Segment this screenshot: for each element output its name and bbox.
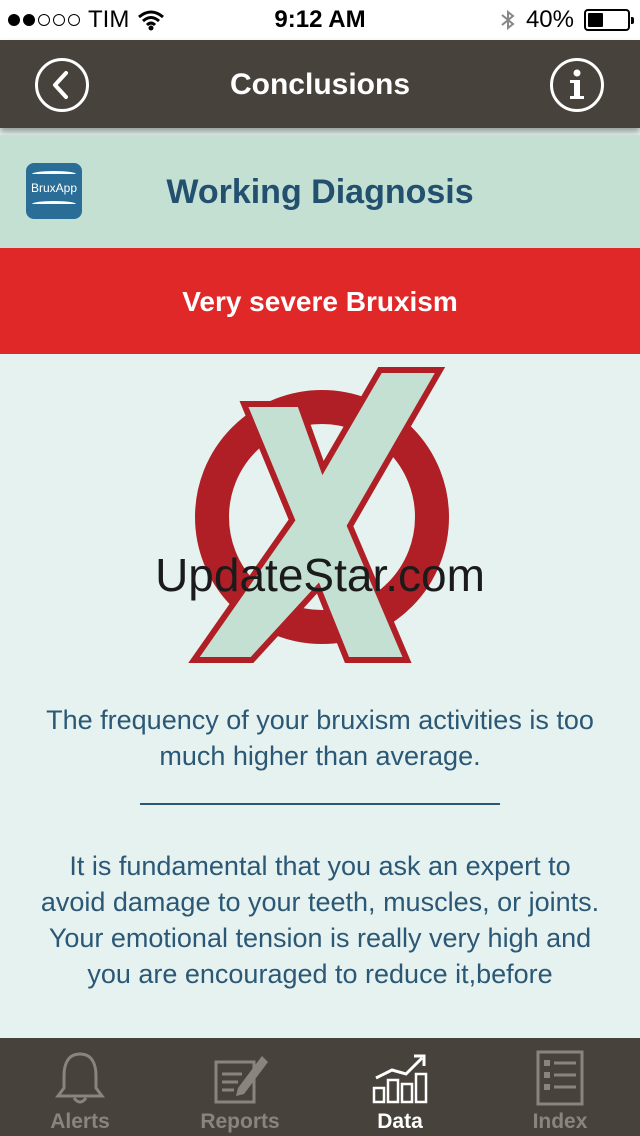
tab-alerts[interactable]: Alerts bbox=[0, 1038, 160, 1136]
severity-banner: Very severe Bruxism bbox=[0, 248, 640, 354]
tab-label: Alerts bbox=[50, 1110, 110, 1133]
bell-icon bbox=[55, 1052, 105, 1104]
status-bar: TIM 9:12 AM 40% bbox=[0, 0, 640, 40]
frequency-message: The frequency of your bruxism activities… bbox=[46, 705, 594, 771]
tab-bar: Alerts Reports Data Index bbox=[0, 1038, 640, 1136]
battery-percent: 40% bbox=[525, 6, 574, 33]
diagnosis-title: Working Diagnosis bbox=[166, 173, 474, 211]
battery-icon bbox=[584, 9, 634, 31]
advice-message: It is fundamental that you ask an expert… bbox=[40, 851, 600, 989]
no-x-icon bbox=[188, 367, 449, 663]
navigation-bar: Conclusions bbox=[0, 40, 640, 128]
info-icon bbox=[570, 69, 584, 99]
bar-chart-icon bbox=[372, 1054, 428, 1104]
diagnosis-header: BruxApp Working Diagnosis bbox=[0, 135, 640, 248]
tab-reports[interactable]: Reports bbox=[160, 1038, 320, 1136]
edit-report-icon bbox=[214, 1056, 268, 1104]
tab-index[interactable]: Index bbox=[480, 1038, 640, 1136]
severity-label: Very severe Bruxism bbox=[182, 286, 458, 317]
list-icon bbox=[536, 1050, 584, 1106]
info-button[interactable] bbox=[550, 58, 604, 112]
tab-data[interactable]: Data bbox=[320, 1038, 480, 1136]
tab-label: Data bbox=[377, 1110, 423, 1133]
page-title: Conclusions bbox=[229, 68, 410, 101]
bluetooth-icon bbox=[501, 9, 515, 31]
divider bbox=[140, 803, 500, 805]
tab-label: Reports bbox=[200, 1110, 280, 1133]
tab-label: Index bbox=[532, 1110, 588, 1133]
watermark-text: UpdateStar.com bbox=[155, 549, 485, 601]
